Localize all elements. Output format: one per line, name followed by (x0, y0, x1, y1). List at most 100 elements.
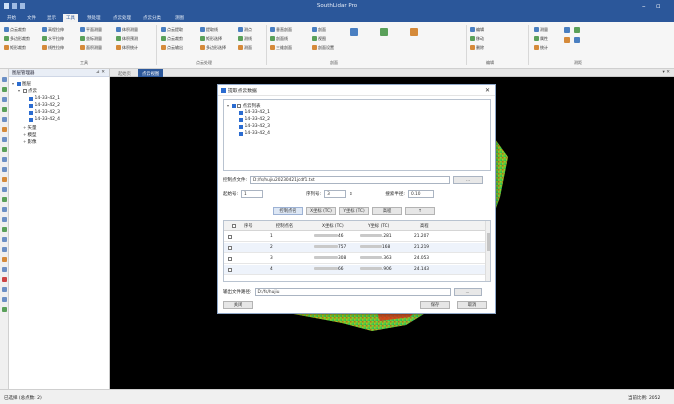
section-icon[interactable] (2, 207, 7, 212)
row-checkbox[interactable] (228, 256, 232, 261)
expand-icon[interactable]: + (23, 132, 26, 137)
view-top-icon[interactable] (2, 147, 7, 152)
sort-x-button[interactable]: X坐标 (TC) (306, 207, 336, 215)
ribbon-linear-stretch-button[interactable]: 线性拉伸 (42, 44, 64, 51)
select-all-checkbox[interactable] (232, 223, 236, 228)
ribbon-vertical-section-button[interactable]: 垂直剖面 (270, 26, 292, 33)
settings-icon[interactable] (2, 307, 7, 312)
row-checkbox[interactable] (228, 245, 232, 250)
row-checkbox[interactable] (228, 267, 232, 272)
tree-item-pointcloud[interactable]: 14-33-42_1 (29, 95, 60, 102)
tab-menu-icon[interactable]: ▾ ✕ (663, 70, 670, 75)
undo-icon[interactable] (2, 287, 7, 292)
ribbon-property-button[interactable]: 属性 (534, 35, 548, 42)
tab-pointcloud-view[interactable]: 点云视图 (138, 69, 164, 77)
close-button[interactable]: 关闭 (223, 301, 253, 309)
ribbon-move-button[interactable]: 移动 (470, 35, 484, 42)
tree-node-pointcloud[interactable]: ▾ 点云 (18, 87, 37, 94)
tree-item-pointcloud[interactable]: 14-33-42_3 (239, 123, 270, 130)
output-path-input[interactable]: D:/fs/hujiu (254, 287, 451, 296)
browse-button[interactable]: ... (453, 175, 484, 184)
tab-start[interactable]: 开始 (4, 14, 19, 22)
tree-item-pointcloud[interactable]: 14-33-42_4 (239, 130, 270, 137)
tab-pointcloud-classify[interactable]: 点云分类 (140, 14, 164, 22)
fit-icon[interactable] (2, 197, 7, 202)
ribbon-plane-measure-button[interactable]: 平面测量 (80, 26, 102, 33)
table-row[interactable]: 3 308 .363 24.053 (224, 254, 486, 264)
expand-icon[interactable]: ▾ (12, 81, 15, 86)
draw-icon[interactable] (2, 247, 7, 252)
scrollbar-thumb[interactable] (487, 233, 490, 251)
pan-icon[interactable] (2, 87, 7, 92)
ribbon-crop-button[interactable]: 点云裁剪 (4, 26, 26, 33)
ribbon-extract-line-button[interactable]: 提取线 (200, 26, 218, 33)
search-radius-input[interactable]: 0.10 (407, 189, 434, 198)
ribbon-delete-button[interactable]: 删除 (470, 44, 484, 51)
ribbon-point-button[interactable]: 测点 (238, 26, 252, 33)
output-browse-button[interactable]: ... (453, 287, 482, 296)
point-size-icon[interactable] (2, 187, 7, 192)
ribbon-elev-stretch-button[interactable]: 高程拉伸 (42, 26, 64, 33)
tab-file[interactable]: 文件 (24, 14, 39, 22)
ribbon-polygon-button[interactable]: 测面 (238, 44, 252, 51)
ribbon-volume-predict-button[interactable]: 体积预测 (116, 35, 138, 42)
sort-y-button[interactable]: Y坐标 (TC) (339, 207, 369, 215)
expand-icon[interactable]: ▾ (227, 103, 230, 108)
tree-node-root[interactable]: ▾ 图层 (12, 80, 31, 87)
sequence-input[interactable]: 3 (324, 189, 347, 198)
delete-icon[interactable] (2, 277, 7, 282)
tool-icon[interactable] (564, 37, 570, 43)
tab-start-page[interactable]: 起始页 (114, 69, 135, 77)
ribbon-3d-section-button[interactable]: 三维剖面 (270, 44, 292, 51)
snap-icon[interactable] (2, 267, 7, 272)
expand-icon[interactable]: + (23, 125, 26, 130)
tree-item-pointcloud[interactable]: 14-33-42_3 (29, 109, 60, 116)
ribbon-edit-button[interactable]: 编辑 (470, 26, 484, 33)
tree-node-vector[interactable]: + 矢量 (23, 124, 37, 131)
ribbon-rect-crop-button[interactable]: 矩形裁剪 (4, 44, 26, 51)
ribbon-view-button[interactable]: 视图 (312, 35, 326, 42)
clip-icon[interactable] (2, 217, 7, 222)
ribbon-polygon-select-button[interactable]: 多边形选择 (200, 44, 226, 51)
checkbox-icon[interactable] (231, 103, 236, 108)
tab-tools[interactable]: 工具 (63, 14, 78, 22)
measure-icon[interactable] (2, 137, 7, 142)
ribbon-rect-select-button[interactable]: 矩形选择 (200, 35, 222, 42)
ribbon-extract-button[interactable]: 点云提取 (161, 26, 183, 33)
pin-close-icon[interactable]: ⊿ ✕ (96, 70, 105, 75)
expand-icon[interactable]: ▾ (18, 88, 21, 93)
checkbox-icon[interactable] (29, 110, 33, 115)
maximize-icon[interactable]: ▫ (656, 2, 661, 10)
control-file-input[interactable]: D:/fs/hujiu20230421jcdf1.txt (250, 175, 451, 184)
ribbon-measure-button[interactable]: 测量 (534, 26, 548, 33)
save-button[interactable]: 保存 (420, 301, 450, 309)
tab-display[interactable]: 显示 (44, 14, 59, 22)
spin-icon[interactable]: ⇕ (349, 191, 352, 196)
table-scrollbar[interactable] (485, 221, 490, 281)
close-icon[interactable]: ✕ (485, 87, 490, 94)
checkbox-icon[interactable] (16, 81, 21, 86)
view-front-icon[interactable] (2, 157, 7, 162)
table-row[interactable]: 1 46 .281 21.207 (224, 232, 486, 242)
section-tool-icon[interactable] (380, 28, 388, 36)
move-up-button[interactable]: ↑ (405, 207, 435, 215)
row-checkbox[interactable] (228, 234, 232, 239)
ribbon-export-button[interactable]: 点云输出 (161, 44, 183, 51)
ribbon-statistics-button[interactable]: 统计 (534, 44, 548, 51)
start-number-input[interactable]: 1 (241, 189, 264, 198)
edit-icon[interactable] (2, 257, 7, 262)
tree-item-pointcloud[interactable]: 14-33-42_2 (29, 102, 60, 109)
view-side-icon[interactable] (2, 167, 7, 172)
section-tool-icon[interactable] (410, 28, 418, 36)
checkbox-icon[interactable] (239, 110, 243, 115)
checkbox-icon[interactable] (239, 124, 243, 129)
tab-pointcloud-process[interactable]: 点云处理 (110, 14, 134, 22)
ribbon-area-measure-button[interactable]: 面积测量 (80, 44, 102, 51)
ribbon-section-line-button[interactable]: 剖面线 (270, 35, 288, 42)
ribbon-section-button[interactable]: 剖面 (312, 26, 326, 33)
sort-z-button[interactable]: 高程 (372, 207, 402, 215)
minimize-icon[interactable]: – (642, 2, 646, 10)
section-tool-icon[interactable] (350, 28, 358, 36)
expand-icon[interactable]: + (23, 139, 26, 144)
redo-icon[interactable] (2, 297, 7, 302)
